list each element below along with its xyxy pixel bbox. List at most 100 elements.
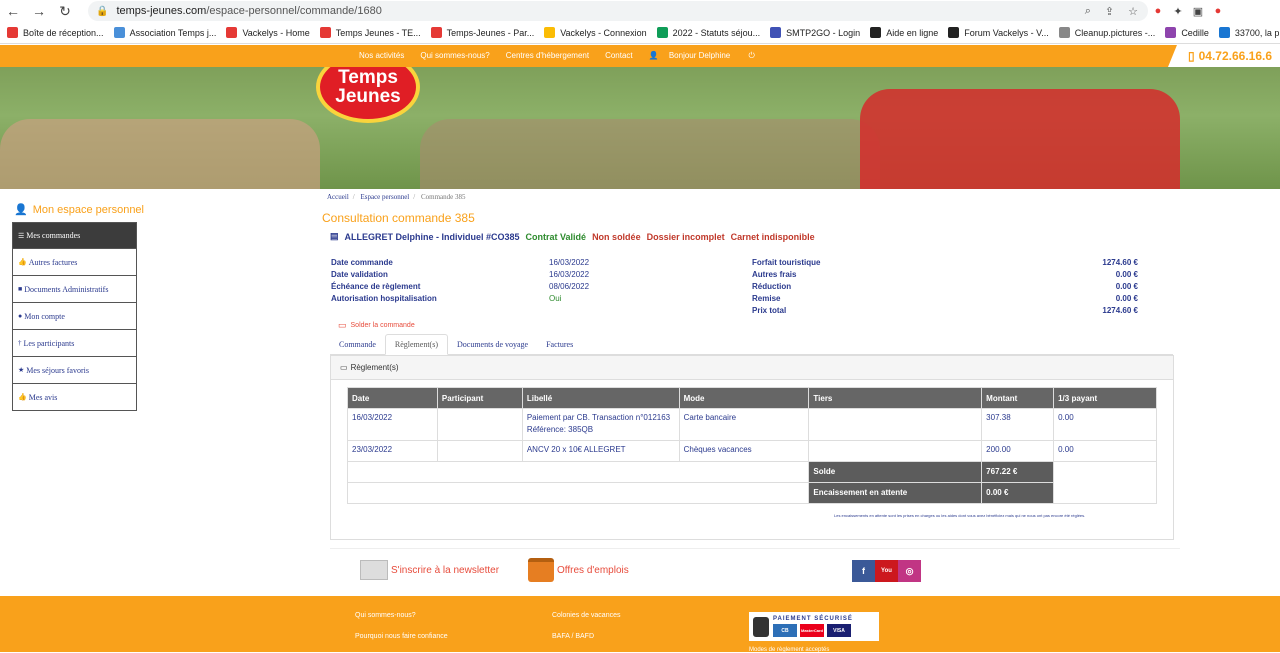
sidebar-item-label: Autres factures bbox=[28, 257, 78, 267]
sidebar-item-favoris[interactable]: ★ Mes séjours favoris bbox=[12, 357, 137, 384]
solder-commande-button[interactable]: ▭ Solder la commande bbox=[338, 320, 415, 331]
tab-commande[interactable]: Commande bbox=[330, 334, 385, 355]
bookmark-item[interactable]: Vackelys - Home bbox=[221, 27, 314, 38]
bookmark-item[interactable]: Cedille bbox=[1160, 27, 1214, 38]
menu-qui-sommes-nous[interactable]: Qui sommes-nous? bbox=[412, 51, 497, 61]
tab-documents-voyage[interactable]: Documents de voyage bbox=[448, 334, 537, 355]
info-label: Autorisation hospitalisation bbox=[331, 293, 437, 303]
temps-jeunes-logo[interactable]: Temps Jeunes bbox=[316, 67, 420, 123]
bookmark-item[interactable]: Temps-Jeunes - Par... bbox=[426, 27, 540, 38]
sidebar-item-participants[interactable]: † Les participants bbox=[12, 330, 137, 357]
bookmark-label: Vackelys - Connexion bbox=[560, 27, 647, 38]
sidebar-item-avis[interactable]: 👍 Mes avis bbox=[12, 384, 137, 411]
bookmark-item[interactable]: 33700, la plateform... bbox=[1214, 27, 1280, 38]
menu-activites[interactable]: Nos activités bbox=[351, 51, 412, 61]
footer-link-confiance[interactable]: Pourquoi nous faire confiance bbox=[355, 633, 448, 640]
info-label: Autres frais bbox=[752, 269, 797, 279]
tab-factures[interactable]: Factures bbox=[537, 334, 582, 355]
newsletter-label: S'inscrire à la newsletter bbox=[391, 564, 500, 576]
solde-row: Solde 767.22 € bbox=[346, 461, 1157, 504]
col-libelle: Libellé bbox=[521, 387, 680, 409]
hero-banner: Temps Jeunes bbox=[0, 67, 1280, 189]
tab-reglements[interactable]: Règlement(s) bbox=[384, 334, 448, 355]
profile-icon[interactable]: ● bbox=[1208, 5, 1228, 17]
breadcrumb-espace[interactable]: Espace personnel bbox=[360, 193, 409, 201]
bookmark-label: Cedille bbox=[1181, 27, 1209, 38]
newsletter-link[interactable]: S'inscrire à la newsletter bbox=[360, 560, 499, 580]
info-value: 0.00 € bbox=[1115, 269, 1138, 279]
bookmark-item[interactable]: Cleanup.pictures -... bbox=[1054, 27, 1161, 38]
lock-icon[interactable]: 🔒 bbox=[96, 6, 108, 17]
cell-mode: Carte bancaire bbox=[678, 408, 810, 441]
credit-card-icon: ▭ bbox=[340, 363, 348, 372]
banner-photo-crowd-left bbox=[0, 119, 320, 189]
breadcrumb-accueil[interactable]: Accueil bbox=[327, 193, 349, 201]
bookmark-item[interactable]: Association Temps j... bbox=[109, 27, 222, 38]
credit-card-icon: ▭ bbox=[338, 320, 347, 330]
back-icon[interactable]: ← bbox=[0, 3, 26, 19]
col-mode: Mode bbox=[678, 387, 810, 409]
share-icon[interactable]: ⇪ bbox=[1105, 5, 1114, 18]
social-links: f You ◎ bbox=[852, 560, 921, 582]
youtube-icon[interactable]: You bbox=[875, 560, 898, 582]
extension-icon[interactable]: ● bbox=[1148, 5, 1168, 17]
bookmark-item[interactable]: Temps Jeunes - TE... bbox=[315, 27, 426, 38]
cell-libelle: Paiement par CB. Transaction n°012163 Ré… bbox=[521, 408, 680, 441]
info-label: Date commande bbox=[331, 257, 393, 267]
bookmark-item[interactable]: SMTP2GO - Login bbox=[765, 27, 865, 38]
site-topnav: Nos activités Qui sommes-nous? Centres d… bbox=[0, 45, 1280, 67]
forward-icon[interactable]: → bbox=[26, 3, 52, 19]
zoom-icon[interactable]: ⌕ bbox=[1085, 5, 1091, 18]
sidebar-item-documents[interactable]: ■ Documents Administratifs bbox=[12, 276, 137, 303]
bookmark-item[interactable]: Forum Vackelys - V... bbox=[943, 27, 1054, 38]
instagram-icon[interactable]: ◎ bbox=[898, 560, 921, 582]
bookmark-star-icon[interactable]: ☆ bbox=[1128, 5, 1138, 18]
sidebar-item-mes-commandes[interactable]: ☰ Mes commandes bbox=[12, 222, 137, 249]
status-badge-contrat: Contrat Validé bbox=[525, 231, 587, 242]
cell-montant: 307.38 bbox=[981, 408, 1055, 441]
footer-link-qui[interactable]: Qui sommes-nous? bbox=[355, 612, 416, 619]
cell-montant: 200.00 bbox=[981, 440, 1055, 462]
bookmark-item[interactable]: Vackelys - Connexion bbox=[539, 27, 651, 38]
bookmark-favicon-icon bbox=[319, 27, 331, 38]
envelope-icon bbox=[360, 560, 388, 580]
bookmark-item[interactable]: Boîte de réception... bbox=[2, 27, 109, 38]
sidebar-item-mon-compte[interactable]: ● Mon compte bbox=[12, 303, 137, 330]
facebook-icon[interactable]: f bbox=[852, 560, 875, 582]
bookmark-favicon-icon bbox=[656, 27, 668, 38]
solde-label: Solde bbox=[808, 461, 983, 483]
sidepanel-icon[interactable]: ▣ bbox=[1188, 5, 1208, 18]
power-icon[interactable]: ⏻ bbox=[740, 51, 762, 60]
table-header-row: Date Participant Libellé Mode Tiers Mont… bbox=[347, 387, 1157, 409]
footer-divider bbox=[330, 548, 1180, 549]
bookmark-favicon-icon bbox=[1058, 27, 1070, 38]
order-info-right: Forfait touristique 1274.60 € Autres frai… bbox=[752, 256, 1138, 316]
mastercard-icon: MasterCard bbox=[800, 624, 824, 637]
col-tiers: Tiers bbox=[808, 387, 983, 409]
reload-icon[interactable]: ↻ bbox=[52, 3, 78, 20]
bookmark-item[interactable]: Aide en ligne bbox=[865, 27, 943, 38]
address-bar[interactable]: 🔒 temps-jeunes.com /espace-personnel/com… bbox=[88, 1, 1148, 21]
cell-empty bbox=[1053, 461, 1157, 504]
attente-value: 0.00 € bbox=[981, 482, 1055, 504]
bookmark-favicon-icon bbox=[1218, 27, 1230, 38]
phone-number[interactable]: ▯ 04.72.66.16.6 bbox=[1168, 45, 1280, 67]
menu-user[interactable]: 👤 Bonjour Delphine ⏻ bbox=[641, 51, 771, 61]
logo-line2: Jeunes bbox=[335, 86, 401, 107]
url-path: /espace-personnel/commande/1680 bbox=[206, 5, 382, 17]
info-value: 08/06/2022 bbox=[549, 281, 590, 291]
sidebar-title: 👤 Mon espace personnel bbox=[14, 203, 144, 217]
info-label: Prix total bbox=[752, 305, 787, 315]
cell-tiers-payant: 0.00 bbox=[1053, 408, 1157, 441]
puzzle-icon[interactable]: ✦ bbox=[1168, 5, 1188, 18]
footer-link-bafa[interactable]: BAFA / BAFD bbox=[552, 633, 594, 640]
page-title: Consultation commande 385 bbox=[322, 211, 475, 225]
phone-icon: ▯ bbox=[1188, 49, 1195, 63]
footer-link-colonies[interactable]: Colonies de vacances bbox=[552, 612, 621, 619]
menu-contact[interactable]: Contact bbox=[597, 51, 641, 61]
menu-centres[interactable]: Centres d'hébergement bbox=[498, 51, 597, 61]
bookmark-item[interactable]: 2022 - Statuts séjou... bbox=[652, 27, 766, 38]
info-value: 1274.60 € bbox=[1102, 305, 1138, 315]
jobs-link[interactable]: Offres d'emplois bbox=[528, 558, 629, 582]
sidebar-item-autres-factures[interactable]: 👍 Autres factures bbox=[12, 249, 137, 276]
